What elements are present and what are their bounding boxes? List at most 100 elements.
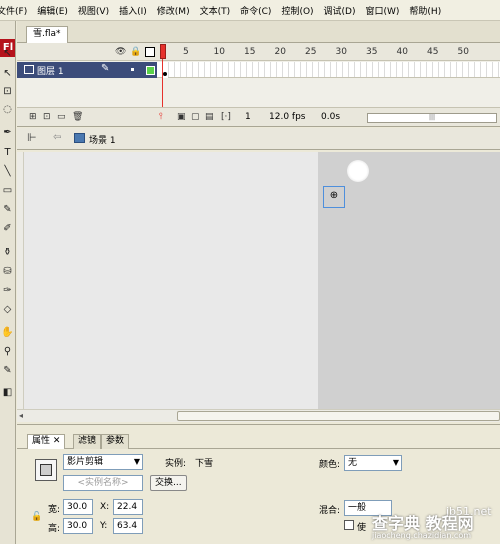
scene-breadcrumb[interactable]: 场景 1 — [89, 133, 116, 146]
ruler-frame-number: 50 — [457, 47, 469, 57]
ink-bottle-tool-icon[interactable]: ⚱ — [0, 243, 15, 262]
text-tool-icon[interactable]: T — [0, 143, 15, 162]
free-transform-tool-icon[interactable]: ⊡ — [0, 82, 15, 101]
layer-name: 图层 1 — [37, 67, 64, 77]
insert-folder-icon[interactable]: ▭ — [57, 112, 66, 122]
ruler-frame-number: 35 — [366, 47, 378, 57]
edit-multiple-frames-icon[interactable]: ▤ — [205, 112, 214, 122]
eyedropper-tool-icon[interactable]: ✑ — [0, 281, 15, 300]
instance-label: 实例: — [165, 459, 187, 469]
timeline-header: 👁 🔒 5 10 15 20 25 30 35 40 45 50 — [17, 43, 500, 61]
timeline-empty-area — [17, 79, 500, 107]
subselection-tool-icon[interactable]: ↖ — [0, 64, 15, 83]
paint-bucket-tool-icon[interactable]: ⛁ — [0, 262, 15, 281]
snowflake-graphic[interactable] — [347, 160, 369, 182]
swap-button[interactable]: 交换... — [150, 475, 187, 491]
ruler-frame-number: 45 — [427, 47, 439, 57]
layer-icon — [24, 65, 34, 74]
menu-item-4[interactable]: 修改(M) — [152, 4, 195, 17]
watermark-url: jiaocheng.chazidian.com — [372, 531, 472, 540]
tab-filters[interactable]: 滤镜 — [73, 434, 102, 449]
onion-skin-icon[interactable]: ▣ — [177, 112, 186, 122]
width-field[interactable]: 30.0 — [63, 499, 93, 515]
instance-name-field[interactable]: <实例名称> — [63, 475, 143, 491]
menu-item-5[interactable]: 文本(T) — [195, 4, 236, 17]
pencil-icon: ✎ — [101, 63, 110, 74]
delete-layer-icon[interactable]: 🗑 — [72, 112, 83, 122]
layer-outline-color-icon[interactable] — [146, 66, 155, 75]
show-hide-layers-icon[interactable]: 👁 — [115, 47, 126, 57]
menu-item-8[interactable]: 调试(D) — [319, 4, 361, 17]
stage-horizontal-scrollbar[interactable]: ◂ — [17, 409, 500, 422]
center-frame-icon[interactable]: ⫯ — [159, 112, 163, 122]
layer-visible-dot-icon[interactable] — [131, 68, 134, 71]
menu-item-3[interactable]: 插入(I) — [114, 4, 152, 17]
hand-tool-icon[interactable]: ✋ — [0, 323, 15, 342]
stage-scrollbar-thumb[interactable] — [177, 411, 500, 421]
pencil-tool-icon[interactable]: ✎ — [0, 200, 15, 219]
back-arrow-icon[interactable]: ⇦ — [53, 132, 61, 143]
timeline-scrollbar[interactable]: ||| — [367, 113, 497, 123]
color-select[interactable]: 无 ▼ — [344, 455, 402, 471]
modify-onion-markers-icon[interactable]: [·] — [221, 112, 231, 122]
scroll-left-arrow-icon[interactable]: ◂ — [19, 410, 23, 422]
lock-layers-icon[interactable]: 🔒 — [130, 47, 141, 57]
timeline-panel: 👁 🔒 5 10 15 20 25 30 35 40 45 50 图层 1 ✎ ⊞ ⊡ ▭ 🗑 ⫯… — [17, 43, 500, 127]
color-select-value: 无 — [348, 458, 358, 468]
line-tool-icon[interactable]: ╲ — [0, 162, 15, 181]
symbol-type-select[interactable]: 影片剪辑 ▼ — [63, 454, 143, 470]
onion-skin-outlines-icon[interactable]: ▢ — [191, 112, 200, 122]
stroke-color-icon[interactable]: ✎ — [0, 361, 15, 380]
lasso-tool-icon[interactable]: ◌ — [0, 100, 15, 119]
cache-bitmap-checkbox[interactable] — [344, 520, 354, 530]
selected-instance[interactable]: ⊕ — [323, 186, 345, 208]
document-tab[interactable]: 雪.fla* — [26, 26, 68, 43]
insert-layer-icon[interactable]: ⊞ — [29, 112, 37, 122]
zoom-tool-icon[interactable]: ⚲ — [0, 342, 15, 361]
scene-icon — [74, 133, 85, 143]
fill-color-icon[interactable]: ◧ — [0, 383, 15, 402]
frames-row[interactable] — [157, 62, 500, 78]
pen-tool-icon[interactable]: ✒ — [0, 123, 15, 142]
brush-tool-icon[interactable]: ✐ — [0, 219, 15, 238]
width-label: 宽: — [48, 505, 61, 515]
outline-toggle-icon[interactable] — [145, 47, 155, 57]
frame-rate[interactable]: 12.0 fps — [269, 112, 305, 122]
menu-item-7[interactable]: 控制(O) — [276, 4, 318, 17]
chevron-down-icon: ▼ — [392, 458, 399, 467]
playhead-handle[interactable] — [160, 44, 166, 59]
registration-point-icon: ⊕ — [329, 190, 339, 201]
layer-row[interactable]: 图层 1 ✎ — [17, 62, 157, 78]
current-frame: 1 — [245, 112, 251, 122]
timeline-status-bar: ⊞ ⊡ ▭ 🗑 ⫯ ▣ ▢ ▤ [·] 1 12.0 fps 0.0s ||| — [17, 107, 500, 126]
tab-properties[interactable]: 属性 ✕ — [27, 434, 66, 449]
stage-left-gutter — [17, 152, 24, 409]
menu-item-0[interactable]: 文件(F) — [0, 4, 32, 17]
tab-properties-label: 属性 — [32, 436, 51, 446]
elapsed-time: 0.0s — [321, 112, 341, 122]
eraser-tool-icon[interactable]: ◇ — [0, 300, 15, 319]
menu-item-1[interactable]: 编辑(E) — [32, 4, 73, 17]
menu-item-10[interactable]: 帮助(H) — [404, 4, 446, 17]
ruler-frame-number: 20 — [274, 47, 286, 57]
menu-item-2[interactable]: 视图(V) — [73, 4, 114, 17]
y-label: Y: — [100, 521, 108, 531]
document-tab-bar: 雪.fla* — [17, 21, 500, 43]
lock-icon[interactable]: 🔓 — [31, 512, 42, 522]
symbol-type-value: 影片剪辑 — [67, 457, 104, 467]
timeline-scrollbar-thumb[interactable]: ||| — [423, 115, 441, 121]
menu-item-9[interactable]: 窗口(W) — [361, 4, 405, 17]
y-field[interactable]: 63.4 — [113, 518, 143, 534]
stage-pasteboard[interactable]: ⊕ — [24, 152, 500, 409]
menu-item-6[interactable]: 命令(C) — [235, 4, 276, 17]
add-guide-layer-icon[interactable]: ⊡ — [43, 112, 51, 122]
timeline-toggle-icon[interactable]: ⊩ — [27, 131, 37, 144]
tab-parameters[interactable]: 参数 — [101, 434, 130, 449]
menu-bar: 文件(F) 编辑(E) 视图(V) 插入(I) 修改(M) 文本(T) 命令(C) 控制(O)… — [0, 0, 500, 21]
selection-tool-icon[interactable]: ↖ — [0, 44, 15, 63]
height-field[interactable]: 30.0 — [63, 518, 93, 534]
ruler-frame-number: 10 — [213, 47, 225, 57]
rectangle-tool-icon[interactable]: ▭ — [0, 181, 15, 200]
x-field[interactable]: 22.4 — [113, 499, 143, 515]
stage-canvas[interactable] — [318, 152, 500, 409]
